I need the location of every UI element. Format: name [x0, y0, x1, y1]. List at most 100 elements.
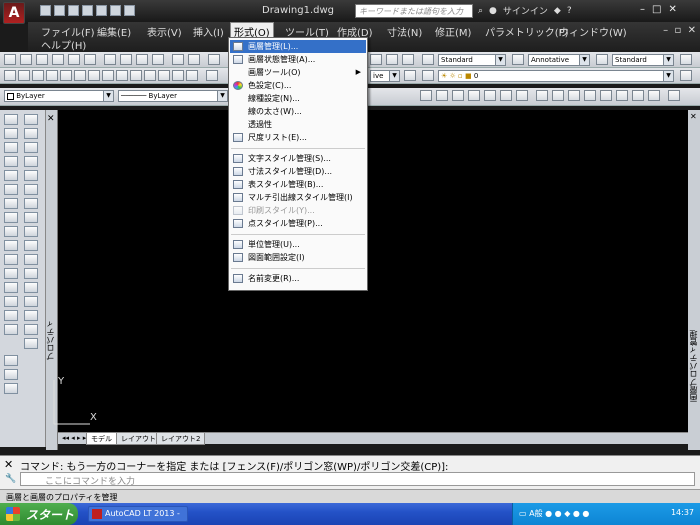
- linetype-frag-combo[interactable]: ive ▼: [370, 70, 400, 82]
- rotate-icon[interactable]: [4, 198, 18, 209]
- help-tool-icon[interactable]: [402, 54, 414, 65]
- chamfer-icon[interactable]: [4, 296, 18, 307]
- text-edit-icon[interactable]: [4, 383, 18, 394]
- dim-arc-icon[interactable]: [452, 90, 464, 101]
- text-ai-icon[interactable]: [4, 369, 18, 380]
- sign-in-link[interactable]: サインイン: [503, 4, 548, 17]
- dim-style-tool-icon[interactable]: [668, 90, 680, 101]
- dim-diameter-icon[interactable]: [516, 90, 528, 101]
- arc-icon[interactable]: [74, 70, 86, 81]
- save-as-icon[interactable]: [82, 5, 93, 16]
- rect-tool-icon[interactable]: [24, 170, 38, 181]
- xline-icon[interactable]: [18, 70, 30, 81]
- tolerance-icon[interactable]: [600, 90, 612, 101]
- table-icon[interactable]: [172, 70, 184, 81]
- menu-item-layer-tools[interactable]: 画層ツール(O) ▶: [230, 66, 366, 79]
- print-icon[interactable]: [96, 5, 107, 16]
- calc-icon[interactable]: [370, 54, 382, 65]
- pan-icon[interactable]: [208, 54, 220, 65]
- hatch-icon[interactable]: [158, 70, 170, 81]
- text-a-icon[interactable]: [4, 355, 18, 366]
- command-close-icon[interactable]: ✕: [4, 458, 13, 471]
- help-icon[interactable]: ?: [567, 6, 572, 16]
- sheet-icon[interactable]: [386, 54, 398, 65]
- ime-indicator[interactable]: A般: [529, 509, 542, 518]
- spline-icon[interactable]: [116, 70, 128, 81]
- move-icon[interactable]: [4, 184, 18, 195]
- ellipse-tool-icon[interactable]: [24, 240, 38, 251]
- save-icon[interactable]: [36, 54, 48, 65]
- table-tool-icon[interactable]: [24, 324, 38, 335]
- menu-item-limits[interactable]: 図面範囲設定(I): [230, 251, 366, 264]
- taskbar-autocad[interactable]: AutoCAD LT 2013 -: [88, 506, 188, 522]
- revcloud-icon[interactable]: [102, 70, 114, 81]
- open-icon[interactable]: [54, 5, 65, 16]
- layer-manager-icon[interactable]: [422, 70, 434, 81]
- array-icon[interactable]: [4, 170, 18, 181]
- make-block-icon[interactable]: [24, 268, 38, 279]
- cut-icon[interactable]: [104, 54, 116, 65]
- menu-item-layer-state[interactable]: 画層状態管理(A)...: [230, 53, 366, 66]
- dim-ordinate-icon[interactable]: [468, 90, 480, 101]
- stretch-icon[interactable]: [4, 226, 18, 237]
- right-palette-close-icon[interactable]: ✕: [690, 112, 697, 121]
- menu-window[interactable]: ウィンドウ(W): [556, 23, 630, 40]
- dim-aligned-icon[interactable]: [436, 90, 448, 101]
- menu-item-color[interactable]: 色設定(C)...: [230, 79, 366, 92]
- insert-block-icon[interactable]: [24, 254, 38, 265]
- menu-item-layer[interactable]: 画層管理(L)...: [230, 40, 366, 53]
- drawing-canvas[interactable]: [58, 110, 688, 432]
- table-style-icon[interactable]: [596, 54, 608, 65]
- dim-style-icon[interactable]: [512, 54, 524, 65]
- menu-edit[interactable]: 編集(E): [94, 23, 134, 40]
- line-icon[interactable]: [4, 70, 16, 81]
- menu-help[interactable]: ヘルプ(H): [38, 36, 89, 53]
- polyline-icon[interactable]: [32, 70, 44, 81]
- copy-obj-icon[interactable]: [4, 128, 18, 139]
- hatch-tool-icon[interactable]: [24, 296, 38, 307]
- explode-icon[interactable]: [4, 324, 18, 335]
- center-mark-icon[interactable]: [616, 90, 628, 101]
- quick-dim-icon[interactable]: [552, 90, 564, 101]
- dim-update-icon[interactable]: [648, 90, 660, 101]
- fillet-icon[interactable]: [4, 310, 18, 321]
- linetype-combo[interactable]: ────── ByLayer ▼: [118, 90, 228, 102]
- arc-tool-icon[interactable]: [24, 184, 38, 195]
- menu-item-point-style[interactable]: 点スタイル管理(P)...: [230, 217, 366, 230]
- dim-radius-icon[interactable]: [484, 90, 496, 101]
- offset-icon[interactable]: [4, 156, 18, 167]
- binoculars-icon[interactable]: ⌕: [478, 6, 483, 16]
- mdi-controls[interactable]: – ▫ ✕: [663, 25, 696, 36]
- app-menu-button[interactable]: A: [3, 2, 25, 24]
- menu-item-text-style[interactable]: 文字スタイル管理(S)...: [230, 152, 366, 165]
- match-icon[interactable]: [152, 54, 164, 65]
- command-input[interactable]: ここにコマンドを入力: [20, 472, 695, 487]
- menu-item-table-style[interactable]: 表スタイル管理(B)...: [230, 178, 366, 191]
- tab-layout2[interactable]: レイアウト2: [156, 433, 206, 445]
- undo-icon[interactable]: [172, 54, 184, 65]
- menu-item-units[interactable]: 単位管理(U)...: [230, 238, 366, 251]
- search-input[interactable]: キーワードまたは語句を入力: [355, 4, 473, 18]
- rectangle-icon[interactable]: [60, 70, 72, 81]
- new-icon[interactable]: [4, 54, 16, 65]
- polyline-tool-icon[interactable]: [24, 142, 38, 153]
- block-icon[interactable]: [144, 70, 156, 81]
- layer-previous-icon[interactable]: [680, 70, 692, 81]
- paste-icon[interactable]: [136, 54, 148, 65]
- keyboard-icon[interactable]: ▭: [519, 509, 527, 518]
- circle-tool-icon[interactable]: [24, 198, 38, 209]
- dim-edit-icon[interactable]: [632, 90, 644, 101]
- ray-icon[interactable]: [24, 128, 38, 139]
- menu-item-transparency[interactable]: 透過性: [230, 118, 366, 131]
- dim-linear-icon[interactable]: [420, 90, 432, 101]
- trim-icon[interactable]: [4, 240, 18, 251]
- mleader-style-icon[interactable]: [680, 54, 692, 65]
- dim-angular-icon[interactable]: [536, 90, 548, 101]
- publish-icon[interactable]: [84, 54, 96, 65]
- line-tool-icon[interactable]: [24, 114, 38, 125]
- polygon-tool-icon[interactable]: [24, 156, 38, 167]
- minimize-button[interactable]: –: [640, 4, 645, 15]
- mtext-tool-icon[interactable]: [24, 338, 38, 349]
- menu-insert[interactable]: 挿入(I): [190, 23, 227, 40]
- join-icon[interactable]: [4, 282, 18, 293]
